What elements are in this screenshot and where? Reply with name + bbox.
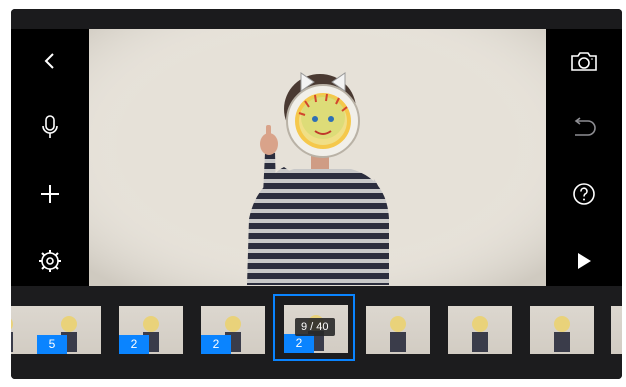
frame-thumbnail[interactable]: 2 [201, 306, 265, 354]
plus-icon [41, 185, 59, 203]
back-chevron-icon [44, 53, 54, 69]
undo-icon [574, 117, 596, 136]
frame-counter: 9 / 40 [295, 318, 335, 336]
play-button[interactable] [546, 241, 622, 281]
undo-button[interactable] [546, 107, 622, 147]
preview-image [89, 29, 546, 286]
frame-thumbnail[interactable] [11, 306, 37, 354]
play-icon [578, 253, 591, 269]
add-button[interactable] [11, 174, 89, 214]
duplicate-count-badge: 2 [201, 335, 231, 354]
selected-frame[interactable]: 2 9 / 40 [273, 294, 355, 361]
back-button[interactable] [11, 41, 89, 81]
microphone-icon [42, 115, 58, 138]
capture-button[interactable] [546, 41, 622, 81]
camera-preview [89, 29, 546, 286]
duplicate-count-badge: 2 [119, 335, 149, 354]
app-frame: 5 2 2 2 9 / 40 [11, 9, 622, 379]
top-bar [11, 9, 622, 29]
help-icon [573, 183, 595, 205]
right-toolbar [546, 29, 622, 286]
frame-timeline: 5 2 2 2 9 / 40 [11, 286, 622, 379]
frame-thumbnail[interactable] [366, 306, 430, 354]
duplicate-count-badge: 2 [284, 334, 314, 353]
thumbnail-image [472, 316, 488, 352]
thumbnail-image [554, 316, 570, 352]
frame-thumbnail[interactable] [448, 306, 512, 354]
settings-button[interactable] [11, 241, 89, 281]
thumbnail-image [11, 318, 13, 352]
settings-gear-icon [39, 250, 61, 272]
record-audio-button[interactable] [11, 107, 89, 147]
left-toolbar [11, 29, 89, 286]
help-button[interactable] [546, 174, 622, 214]
frame-thumbnail[interactable]: 5 [37, 306, 101, 354]
frame-thumbnail[interactable] [530, 306, 594, 354]
frame-thumbnail[interactable]: 2 [119, 306, 183, 354]
camera-icon [571, 52, 597, 71]
thumbnail-image [390, 316, 406, 352]
frame-thumbnail[interactable] [611, 306, 622, 354]
duplicate-count-badge: 5 [37, 335, 67, 354]
